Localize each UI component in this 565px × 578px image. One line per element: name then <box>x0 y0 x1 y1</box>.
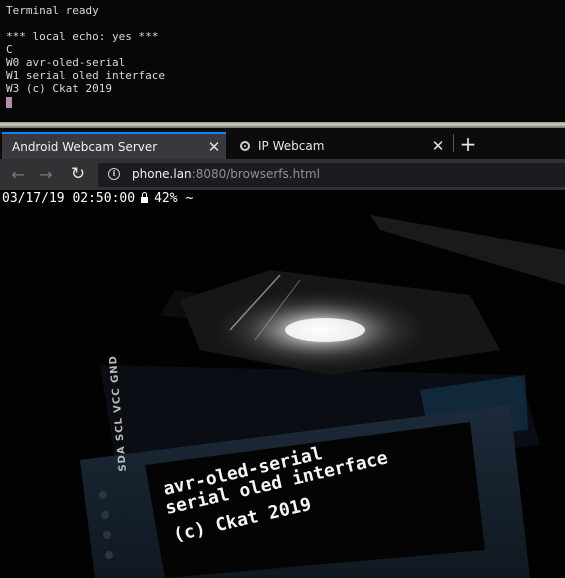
lock-icon <box>141 191 149 203</box>
terminal-line: C <box>6 43 13 56</box>
tab-label: IP Webcam <box>258 138 325 153</box>
new-tab-button[interactable]: + <box>455 131 481 157</box>
close-tab-icon[interactable]: ✕ <box>426 137 450 155</box>
terminal-cursor <box>6 97 12 108</box>
webcam-favicon-icon <box>240 140 250 151</box>
webcam-image <box>0 190 565 578</box>
url-text[interactable]: phone.lan:8080/browserfs.html <box>132 167 320 181</box>
battery-level: 42% <box>154 191 178 206</box>
timestamp: 03/17/19 02:50:00 <box>2 191 136 206</box>
site-info-icon[interactable]: i <box>108 168 120 180</box>
url-host: phone.lan <box>132 167 192 181</box>
signal-indicator: ~ <box>185 191 194 206</box>
tab-divider <box>453 134 454 152</box>
terminal-line: W1 serial oled interface <box>6 69 165 82</box>
tab-ip-webcam[interactable]: IP Webcam ✕ <box>228 132 450 159</box>
terminal-window[interactable]: Terminal ready *** local echo: yes *** C… <box>0 0 565 122</box>
back-arrow-icon[interactable]: ← <box>4 159 32 190</box>
terminal-line: Terminal ready <box>6 4 99 17</box>
terminal-line: *** local echo: yes *** <box>6 30 159 43</box>
close-tab-icon[interactable]: ✕ <box>202 138 226 156</box>
terminal-cursor-line <box>6 95 165 108</box>
forward-arrow-icon[interactable]: → <box>32 159 60 190</box>
url-bar[interactable]: i phone.lan:8080/browserfs.html <box>98 163 565 187</box>
tab-label: Android Webcam Server <box>12 139 158 154</box>
url-path: :8080/browserfs.html <box>191 167 320 181</box>
terminal-line: W0 avr-oled-serial <box>6 56 126 69</box>
webcam-view: 03/17/19 02:50:00 42% ~ avr-oled-serial … <box>0 190 565 578</box>
tab-android-webcam-server[interactable]: Android Webcam Server ✕ <box>2 132 226 159</box>
terminal-output: Terminal ready *** local echo: yes *** C… <box>6 0 165 108</box>
terminal-line: W3 (c) Ckat 2019 <box>6 82 112 95</box>
camera-overlay: 03/17/19 02:50:00 42% ~ <box>2 191 193 206</box>
reload-icon[interactable]: ↻ <box>64 159 92 190</box>
